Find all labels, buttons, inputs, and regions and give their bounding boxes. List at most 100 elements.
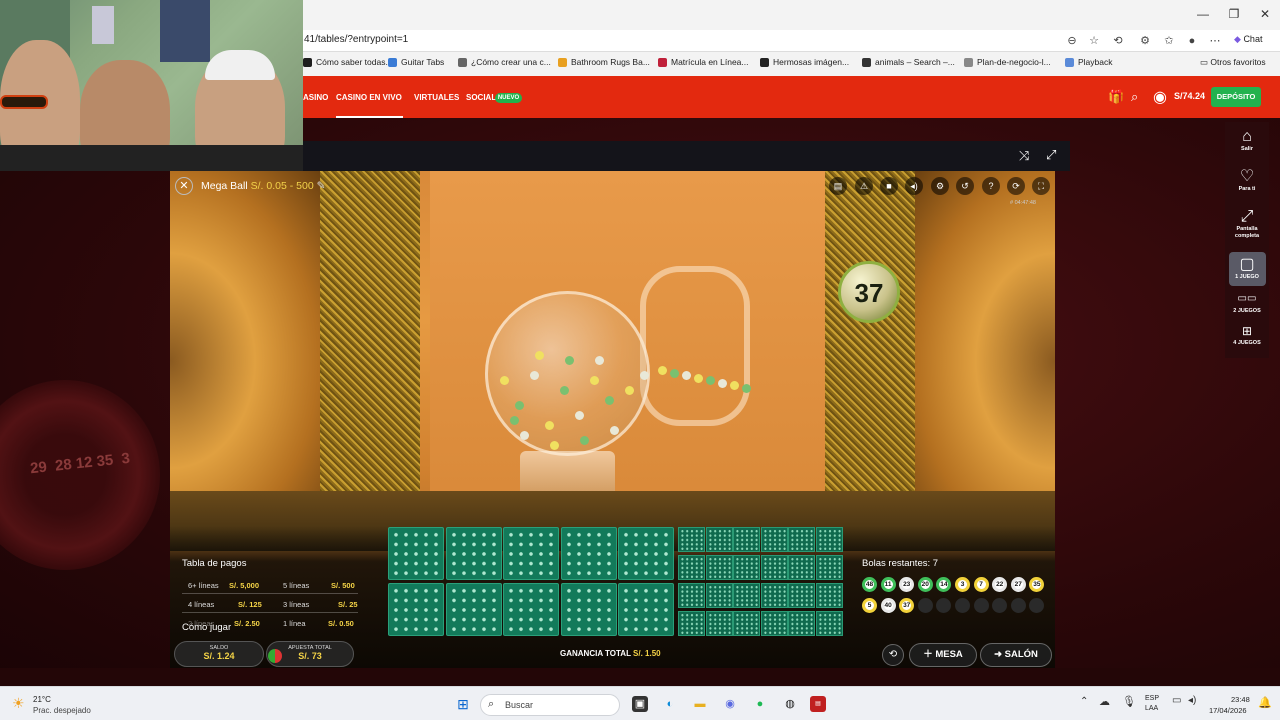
help-icon[interactable]: ? [982, 177, 1000, 195]
temperature[interactable]: 21°C [33, 695, 51, 704]
microphone-icon[interactable]: 🎙 [1122, 695, 1136, 708]
bingo-card-mini[interactable] [733, 555, 760, 580]
bookmark-item[interactable]: animals – Search –... [862, 57, 955, 67]
bingo-card[interactable] [388, 583, 444, 636]
history-icon[interactable]: ↺ [956, 177, 974, 195]
expand-icon[interactable]: ⤢ [1046, 147, 1056, 163]
bingo-card-mini[interactable] [733, 611, 760, 636]
bingo-card-mini[interactable] [788, 555, 815, 580]
nav-casino[interactable]: ASINO [303, 93, 328, 102]
file-explorer-icon[interactable]: ▬ [692, 696, 708, 712]
bingo-card-mini[interactable] [815, 583, 843, 608]
copilot-chat-button[interactable]: ◆ Chat [1234, 34, 1262, 45]
bingo-cards[interactable] [388, 527, 843, 641]
nav-casino-en-vivo[interactable]: CASINO EN VIVO [336, 93, 402, 102]
deposit-button[interactable]: DEPÓSITO [1211, 87, 1261, 107]
reader-icon[interactable]: ⊖ [1065, 34, 1079, 48]
bingo-card-mini[interactable] [788, 611, 815, 636]
bingo-card-mini[interactable] [815, 527, 843, 552]
settings-icon[interactable]: ⚙ [931, 177, 949, 195]
steam-icon[interactable]: ◍ [782, 696, 798, 712]
close-window-icon[interactable]: ✕ [1250, 4, 1280, 24]
sidebar-item-para-ti[interactable]: ♡ Para ti [1227, 168, 1267, 193]
onedrive-icon[interactable]: ☁ [1099, 695, 1110, 708]
bingo-card-mini[interactable] [760, 527, 788, 552]
weather-description[interactable]: Prac. despejado [33, 706, 91, 715]
bingo-card-mini[interactable] [733, 583, 760, 608]
bingo-card-mini[interactable] [815, 555, 843, 580]
bingo-card-mini[interactable] [788, 527, 815, 552]
address-bar[interactable]: 41/tables/?entrypoint=1 ⊖ ☆ ⟲ ⚙ ✩ ● ⋯ ◆ … [300, 30, 1280, 52]
taskbar-search[interactable]: ⌕ Buscar [480, 694, 620, 716]
start-icon[interactable]: ⊞ [455, 696, 471, 712]
keyboard-layout[interactable]: LAA [1145, 705, 1158, 712]
bingo-card-mini[interactable] [678, 583, 705, 608]
bookmark-item[interactable]: Matrícula en Línea... [658, 57, 749, 67]
maximize-icon[interactable]: ❐ [1219, 4, 1249, 24]
bingo-card-mini[interactable] [760, 583, 788, 608]
nav-social[interactable]: SOCIAL [466, 93, 496, 102]
bingo-card[interactable] [503, 583, 559, 636]
sidebar-item-4-juegos[interactable]: ⊞ 4 JUEGOS [1227, 322, 1267, 347]
bingo-card[interactable] [445, 527, 502, 580]
bingo-card[interactable] [560, 583, 617, 636]
chat-icon[interactable]: ▤ [829, 177, 847, 195]
bookmark-item[interactable]: ¿Cómo crear una c... [458, 57, 551, 67]
clock-date[interactable]: 17/04/2026 [1209, 706, 1247, 715]
sidebar-item-salir[interactable]: ⌂ Salir [1227, 128, 1267, 153]
bookmark-item[interactable]: Bathroom Rugs Ba... [558, 57, 650, 67]
volume-tray-icon[interactable]: ◂) [1188, 695, 1196, 706]
bookmark-item[interactable]: Guitar Tabs [388, 57, 444, 67]
bingo-card-mini[interactable] [705, 611, 733, 636]
clock-time[interactable]: 23:48 [1231, 695, 1250, 704]
user-icon[interactable]: ◉ [1153, 87, 1167, 107]
extensions-icon[interactable]: ⟲ [1111, 34, 1125, 48]
spotify-icon[interactable]: ● [752, 696, 768, 712]
bingo-card[interactable] [503, 527, 559, 580]
favorites-icon[interactable]: ✩ [1162, 34, 1176, 48]
bingo-card[interactable] [618, 583, 674, 636]
bookmark-item[interactable]: Hermosas imágen... [760, 57, 849, 67]
pin-icon[interactable]: ✎ [317, 180, 326, 192]
star-icon[interactable]: ☆ [1087, 34, 1101, 48]
bingo-card-mini[interactable] [788, 583, 815, 608]
bingo-card[interactable] [388, 527, 444, 580]
network-icon[interactable]: ▭ [1172, 695, 1181, 706]
other-favorites[interactable]: ▭ Otros favoritos [1200, 57, 1266, 68]
lobby-button[interactable]: ➜ SALÓN [980, 643, 1052, 667]
tray-chevron-icon[interactable]: ⌃ [1080, 696, 1088, 707]
edge-icon[interactable]: ◐ [662, 696, 678, 712]
bingo-card[interactable] [560, 527, 617, 580]
bingo-card-mini[interactable] [733, 527, 760, 552]
video-icon[interactable]: ■ [880, 177, 898, 195]
sync-icon[interactable]: ⚙ [1138, 34, 1152, 48]
url-text[interactable]: 41/tables/?entrypoint=1 [304, 34, 408, 45]
how-to-play-link[interactable]: Cómo jugar [182, 622, 231, 633]
warning-icon[interactable]: ⚠ [855, 177, 873, 195]
nav-virtuales[interactable]: VIRTUALES [414, 93, 459, 102]
sidebar-item-fullscreen[interactable]: ⤢ Pantalla completa [1227, 208, 1267, 240]
bingo-card-mini[interactable] [678, 611, 705, 636]
repeat-bet-button[interactable]: ⟲ [882, 644, 904, 666]
bookmark-item[interactable]: Playback [1065, 57, 1113, 67]
refresh-icon[interactable]: ⟳ [1007, 177, 1025, 195]
bingo-card-mini[interactable] [705, 527, 733, 552]
sidebar-item-1-juego[interactable]: ▢ 1 JUEGO [1227, 256, 1267, 281]
close-game-button[interactable]: ✕ [175, 177, 193, 195]
notifications-icon[interactable]: 🔔 [1258, 696, 1272, 709]
bookmark-item[interactable]: Cómo saber todas... [303, 57, 393, 67]
language[interactable]: ESP [1145, 695, 1159, 702]
bingo-card-mini[interactable] [678, 527, 705, 552]
minimize-icon[interactable]: — [1188, 4, 1218, 24]
app-icon[interactable]: ▤ [810, 696, 826, 712]
mesa-button[interactable]: ＋ MESA [909, 643, 977, 667]
search-icon[interactable]: ⌕ [1131, 89, 1138, 105]
bingo-card-mini[interactable] [760, 611, 788, 636]
bingo-card[interactable] [618, 527, 674, 580]
weather-icon[interactable]: ☀ [12, 695, 25, 712]
bingo-card-mini[interactable] [705, 583, 733, 608]
task-view-icon[interactable]: ▣ [632, 696, 648, 712]
sidebar-item-2-juegos[interactable]: ▭▭ 2 JUEGOS [1227, 290, 1267, 315]
bingo-card-mini[interactable] [815, 611, 843, 636]
profile-avatar-icon[interactable]: ● [1185, 34, 1199, 48]
